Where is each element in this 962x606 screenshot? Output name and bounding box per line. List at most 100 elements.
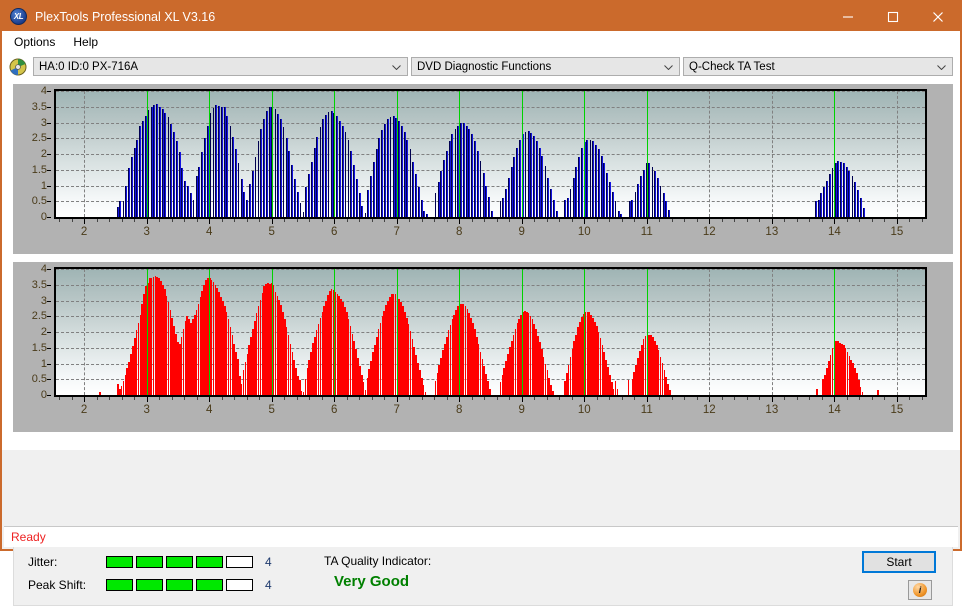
drive-select[interactable]: HA:0 ID:0 PX-716A — [33, 57, 408, 76]
chart-bar — [490, 210, 493, 217]
y-axis-tick-label: 1.5 — [31, 163, 47, 176]
x-axis-minor-tick — [759, 219, 761, 222]
y-axis-tick — [47, 138, 51, 140]
meter-segment — [226, 579, 253, 591]
x-axis-minor-tick — [846, 219, 848, 222]
x-axis-minor-tick — [384, 397, 386, 400]
chevron-down-icon — [937, 64, 946, 70]
x-axis-tick — [709, 219, 711, 224]
chart-bar — [158, 106, 161, 217]
chevron-down-icon — [392, 64, 401, 70]
x-axis-tick-label: 10 — [577, 226, 591, 238]
x-axis-tick — [209, 397, 211, 402]
chart-bar — [603, 163, 606, 217]
x-axis-minor-tick — [534, 219, 536, 222]
x-axis-tick-label: 9 — [518, 404, 525, 416]
x-axis-tick — [521, 397, 523, 402]
maximize-icon[interactable] — [870, 2, 915, 31]
y-axis-tick-label: 3.5 — [31, 278, 47, 291]
speed-marker-line — [271, 269, 273, 395]
x-axis-tick-label: 4 — [205, 226, 213, 238]
chart-bar — [627, 379, 630, 395]
menu-item-help[interactable]: Help — [68, 33, 107, 51]
x-axis-minor-tick — [246, 219, 248, 222]
x-axis-minor-tick — [784, 219, 786, 222]
chart-bar — [659, 185, 662, 217]
chart-bar — [489, 388, 491, 395]
speed-marker-line — [209, 91, 211, 217]
x-axis-minor-tick — [346, 219, 348, 222]
chart-bar — [400, 125, 403, 217]
x-axis-minor-tick — [484, 397, 486, 400]
function-select[interactable]: DVD Diagnostic Functions — [411, 57, 680, 76]
x-axis-minor-tick — [571, 219, 573, 222]
chart-bar — [825, 180, 828, 217]
chart-bar — [203, 138, 206, 217]
x-axis-minor-tick — [196, 397, 198, 400]
x-axis-minor-tick — [446, 219, 448, 222]
y-axis-tick — [47, 284, 51, 286]
chart-bar — [130, 157, 133, 217]
minimize-icon[interactable] — [825, 2, 870, 31]
chart-bar — [820, 193, 823, 217]
x-axis-minor-tick — [184, 219, 186, 222]
app-window: XL PlexTools Professional XL V3.16 Optio… — [0, 0, 962, 606]
meter-segment — [166, 556, 193, 568]
x-axis-minor-tick — [96, 219, 98, 222]
chart-bar — [473, 141, 476, 217]
disc-icon — [9, 58, 27, 76]
chart-bar — [181, 168, 184, 217]
x-axis-minor-tick — [859, 397, 861, 400]
x-axis-tick — [396, 397, 398, 402]
peak-shift-chart-x-axis: 2 3 4 5 6 7 8 9 10 11 12 13 14 15 — [54, 397, 927, 427]
start-button[interactable]: Start — [862, 551, 936, 573]
chart-bar — [355, 179, 358, 217]
chart-bar — [541, 155, 544, 217]
x-axis-tick — [521, 219, 523, 224]
x-axis-minor-tick — [484, 219, 486, 222]
x-axis-minor-tick — [221, 397, 223, 400]
x-axis-tick-label: 8 — [456, 404, 463, 416]
x-axis-minor-tick — [734, 397, 736, 400]
close-icon[interactable] — [915, 2, 960, 31]
x-axis-minor-tick — [196, 219, 198, 222]
chart-bar — [552, 391, 554, 395]
x-axis-tick-label: 6 — [331, 226, 338, 238]
chart-bar — [563, 199, 566, 217]
chart-bar — [186, 185, 189, 217]
speed-marker-line — [834, 91, 836, 217]
chart-bar — [462, 123, 465, 217]
x-axis-minor-tick — [359, 219, 361, 222]
x-axis-minor-tick — [284, 219, 286, 222]
x-axis-minor-tick — [284, 397, 286, 400]
x-axis-minor-tick — [621, 219, 623, 222]
window-title: PlexTools Professional XL V3.16 — [35, 9, 216, 24]
x-axis-minor-tick — [346, 397, 348, 400]
speed-marker-line — [396, 91, 398, 217]
x-axis-minor-tick — [634, 219, 636, 222]
meter-segment — [136, 556, 163, 568]
chart-bar — [265, 111, 268, 217]
x-axis-minor-tick — [371, 219, 373, 222]
x-axis-minor-tick — [121, 219, 123, 222]
chart-bar — [344, 131, 347, 217]
x-axis-tick — [896, 219, 898, 224]
x-axis-tick-label: 12 — [702, 404, 716, 416]
peak-shift-chart-panel: 0 0.5 1 1.5 2 2.5 3 3.5 4 2 3 4 5 6 7 8 9 10 11 12 13 14 15 — [13, 262, 953, 432]
x-axis-minor-tick — [109, 219, 111, 222]
test-select[interactable]: Q-Check TA Test — [683, 57, 953, 76]
y-axis-tick-label: 2.5 — [31, 310, 47, 323]
drive-select-label: HA:0 ID:0 PX-716A — [39, 60, 139, 73]
chart-bar — [243, 191, 246, 217]
peak-shift-label: Peak Shift: — [28, 578, 87, 592]
x-axis-minor-tick — [259, 219, 261, 222]
menu-item-options[interactable]: Options — [9, 33, 64, 51]
chart-bar — [248, 183, 251, 217]
y-axis-tick — [47, 217, 51, 218]
chart-bar — [862, 207, 865, 217]
chart-bar — [417, 187, 420, 217]
info-button[interactable]: i — [908, 580, 932, 600]
x-axis-minor-tick — [134, 219, 136, 222]
speed-marker-line — [834, 269, 836, 395]
chart-bar — [513, 157, 516, 217]
